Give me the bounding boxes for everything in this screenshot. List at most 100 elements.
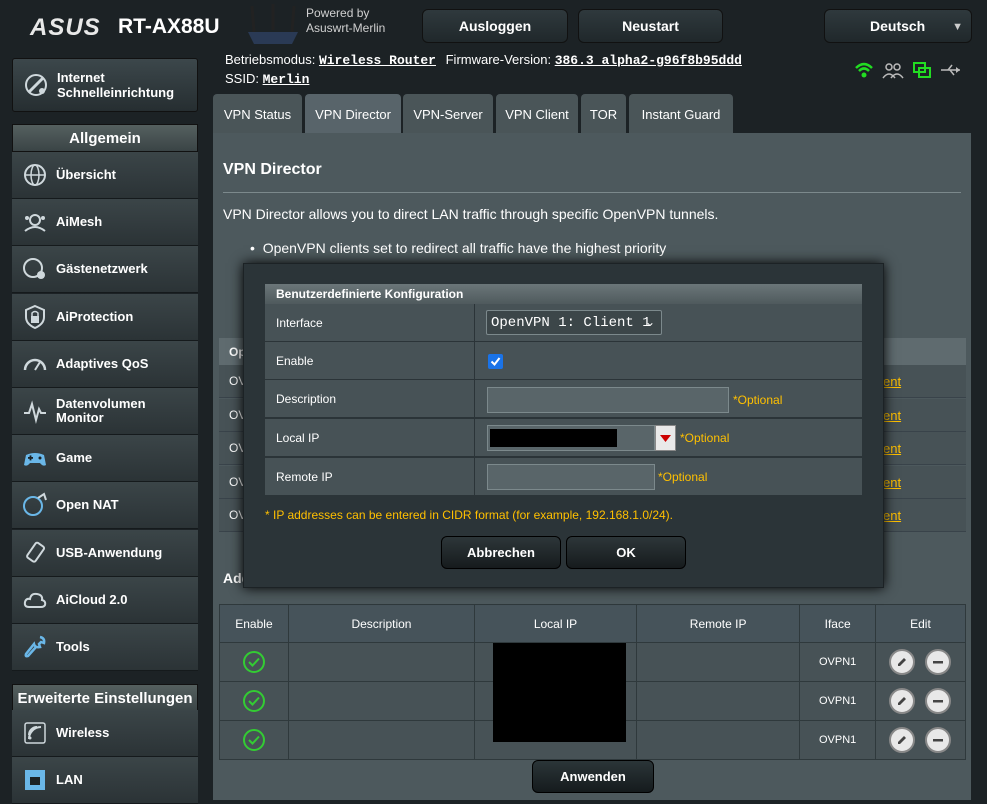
page-description: VPN Director allows you to direct LAN tr…	[223, 206, 719, 222]
ssid-link[interactable]: Merlin	[263, 72, 310, 87]
sidebar-item-label: Game	[56, 450, 93, 466]
chevron-down-icon: ⌄	[644, 316, 655, 330]
page-title: VPN Director	[223, 161, 322, 178]
col-header-iface: Iface	[799, 604, 876, 643]
description-input[interactable]	[487, 387, 729, 413]
local-ip-input[interactable]	[487, 425, 655, 451]
local-ip-dropdown-button[interactable]	[655, 425, 676, 451]
bg-row-client-link[interactable]: ent	[883, 441, 901, 456]
tab-vpn-director[interactable]: VPN Director	[305, 94, 401, 134]
cidr-note: * IP addresses can be entered in CIDR fo…	[265, 508, 673, 522]
sidebar-item-label: AiMesh	[56, 214, 103, 230]
quick-setup-label: Internet Schnelleinrichtung	[57, 70, 175, 100]
tab-vpn-status[interactable]: VPN Status	[213, 94, 302, 134]
sidebar-item-label: Tools	[56, 639, 90, 654]
language-select[interactable]: Deutsch ▼	[824, 9, 972, 43]
bg-row-client-link[interactable]: ent	[883, 374, 901, 389]
local-ip-label: Local IP	[265, 419, 475, 457]
gauge-icon	[20, 349, 50, 379]
sidebar-item-label: LAN	[56, 772, 83, 788]
sidebar-item-label: USB-Anwendung	[56, 544, 163, 560]
advanced-section-header: Erweiterte Einstellungen	[12, 684, 198, 712]
sidebar-item-adaptives-qos[interactable]: Adaptives QoS	[12, 340, 198, 388]
guest-network-icon	[20, 254, 50, 284]
caret-down-icon	[660, 434, 671, 442]
row-remote-ip-cell	[635, 681, 801, 721]
remote-ip-input[interactable]	[487, 464, 655, 490]
description-label: Description	[265, 380, 475, 418]
sidebar-item-label: Open NAT	[56, 497, 119, 513]
remote-ip-optional: *Optional	[658, 470, 708, 484]
edit-pencil-icon[interactable]	[889, 688, 916, 714]
enable-label: Enable	[265, 342, 475, 380]
enabled-check-icon[interactable]	[242, 690, 265, 712]
row-remote-ip-cell	[635, 642, 801, 682]
edit-pencil-icon[interactable]	[889, 649, 916, 675]
enabled-check-icon[interactable]	[242, 729, 265, 751]
tab-tor[interactable]: TOR	[581, 94, 626, 134]
operation-mode-link[interactable]: Wireless Router	[319, 53, 436, 68]
col-header-description: Description	[287, 604, 476, 643]
sidebar-item-aiprotection[interactable]: AiProtection	[12, 293, 198, 341]
delete-minus-icon[interactable]	[925, 649, 952, 675]
row-enable-cell	[219, 681, 289, 721]
local-ip-optional: *Optional	[680, 431, 730, 445]
bg-row-client-link[interactable]: ent	[883, 475, 901, 490]
sidebar-item-datenvolumen-monitor[interactable]: Datenvolumen Monitor	[12, 388, 198, 435]
sidebar-item-übersicht[interactable]: Übersicht	[12, 152, 198, 199]
row-description-cell	[287, 681, 476, 721]
bg-row-client-link[interactable]: ent	[883, 508, 901, 523]
cloud-icon	[20, 585, 50, 615]
firmware-link[interactable]: 386.3_alpha2-g96f8b95ddd	[555, 53, 742, 68]
sidebar-item-open-nat[interactable]: Open NAT	[12, 482, 198, 530]
bullet-text: OpenVPN clients set to redirect all traf…	[262, 240, 667, 256]
router-model: RT-AX88U	[118, 15, 220, 38]
row-edit-cell	[874, 720, 967, 760]
asus-logo: ASUS	[30, 14, 101, 41]
sidebar-item-gästenetzwerk[interactable]: Gästenetzwerk	[12, 246, 198, 294]
sidebar-item-usb-anwendung[interactable]: USB-Anwendung	[12, 529, 198, 577]
title-divider	[223, 192, 961, 193]
col-header-remote-ip: Remote IP	[635, 604, 801, 643]
row-remote-ip-cell	[635, 720, 801, 760]
row-iface-cell: OVPN1	[799, 642, 876, 682]
bg-row-client-link[interactable]: ent	[883, 408, 901, 423]
enabled-check-icon[interactable]	[242, 651, 265, 673]
operation-mode-label: Betriebsmodus:	[225, 52, 316, 67]
network-status-icon[interactable]	[912, 61, 932, 79]
edit-pencil-icon[interactable]	[889, 727, 916, 753]
wireless-icon	[20, 718, 50, 748]
tab-vpn-client[interactable]: VPN Client	[496, 94, 578, 134]
rules-table-header: Enable Description Local IP Remote IP Iface E…	[219, 604, 967, 643]
usb-icon	[20, 538, 50, 568]
sidebar-item-label: Adaptives QoS	[56, 355, 149, 371]
sidebar-item-game[interactable]: Game	[12, 435, 198, 483]
cancel-button[interactable]: Abbrechen	[441, 536, 561, 569]
usb-status-icon[interactable]	[940, 63, 962, 77]
sidebar-item-aimesh[interactable]: AiMesh	[12, 199, 198, 247]
interface-select[interactable]: OpenVPN 1: Client 1 ⌄	[486, 310, 662, 335]
logout-button[interactable]: Ausloggen	[422, 9, 568, 43]
sidebar-item-aicloud-2-0[interactable]: AiCloud 2.0	[12, 576, 198, 624]
delete-minus-icon[interactable]	[925, 727, 952, 753]
reboot-button[interactable]: Neustart	[578, 9, 723, 43]
tab-instant-guard[interactable]: Instant Guard	[629, 94, 733, 134]
clients-icon[interactable]	[882, 61, 904, 79]
status-icons	[854, 60, 969, 80]
enable-checkbox[interactable]	[488, 354, 503, 369]
row-iface-cell: OVPN1	[799, 681, 876, 721]
sidebar-item-tools[interactable]: Tools	[12, 624, 198, 671]
lock-shield-icon	[20, 302, 50, 332]
sidebar-item-label: AiProtection	[56, 308, 134, 324]
sidebar-item-lan[interactable]: LAN	[12, 757, 198, 804]
row-description-cell	[287, 720, 476, 760]
traffic-monitor-icon	[20, 396, 50, 426]
delete-minus-icon[interactable]	[925, 688, 952, 714]
wifi-status-icon[interactable]	[854, 61, 874, 79]
apply-button[interactable]: Anwenden	[532, 760, 654, 793]
col-header-local-ip: Local IP	[474, 604, 637, 643]
quick-setup-button[interactable]: Internet Schnelleinrichtung	[12, 58, 198, 112]
tab-vpn-server[interactable]: VPN-Server	[403, 94, 493, 134]
sidebar-item-wireless[interactable]: Wireless	[12, 710, 198, 757]
ok-button[interactable]: OK	[566, 536, 686, 569]
